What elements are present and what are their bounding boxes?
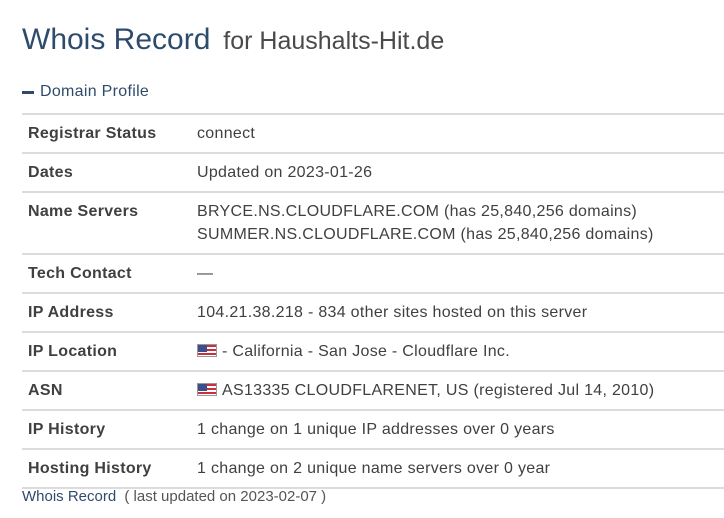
table-row: ASN AS13335 CLOUDFLARENET, US (registere… [22, 371, 724, 411]
collapse-minus-icon[interactable] [22, 91, 34, 94]
section-label[interactable]: Domain Profile [40, 83, 149, 101]
page-title-domain: for Haushalts-Hit.de [223, 27, 445, 55]
row-value-registrar-status: connect [191, 114, 724, 154]
table-row: Name Servers BRYCE.NS.CLOUDFLARE.COM (ha… [22, 192, 724, 255]
table-row: Registrar Status connect [22, 114, 724, 154]
name-server-1: BRYCE.NS.CLOUDFLARE.COM (has 25,840,256 … [197, 203, 638, 220]
table-row: Hosting History 1 change on 2 unique nam… [22, 449, 724, 489]
domain-profile-toggle[interactable]: Domain Profile [22, 83, 149, 101]
row-label-registrar-status: Registrar Status [22, 114, 191, 154]
row-label-hosting-history: Hosting History [22, 449, 191, 489]
ip-location-text: - California - San Jose - Cloudflare Inc… [222, 343, 510, 360]
name-server-2: SUMMER.NS.CLOUDFLARE.COM (has 25,840,256… [197, 226, 654, 243]
row-label-dates: Dates [22, 153, 191, 193]
last-updated-note: ( last updated on 2023-02-07 ) [124, 488, 327, 505]
table-row: Dates Updated on 2023-01-26 [22, 153, 724, 193]
row-value-tech-contact: — [191, 254, 724, 294]
us-flag-icon [197, 383, 217, 396]
row-value-name-servers: BRYCE.NS.CLOUDFLARE.COM (has 25,840,256 … [191, 192, 724, 255]
whois-record-link[interactable]: Whois Record [22, 488, 116, 505]
row-value-ip-history: 1 change on 1 unique IP addresses over 0… [191, 410, 724, 450]
us-flag-icon [197, 344, 217, 357]
row-value-dates: Updated on 2023-01-26 [191, 153, 724, 193]
row-value-hosting-history: 1 change on 2 unique name servers over 0… [191, 449, 724, 489]
domain-profile-table: Registrar Status connect Dates Updated o… [22, 113, 724, 489]
table-row: IP Location - California - San Jose - Cl… [22, 332, 724, 372]
row-value-ip-location: - California - San Jose - Cloudflare Inc… [191, 332, 724, 372]
footer: Whois Record ( last updated on 2023-02-0… [22, 488, 326, 505]
row-label-ip-address: IP Address [22, 293, 191, 333]
asn-text: AS13335 CLOUDFLARENET, US (registered Ju… [222, 382, 655, 399]
row-label-ip-history: IP History [22, 410, 191, 450]
page-title-main: Whois Record [22, 23, 211, 56]
table-row: IP History 1 change on 1 unique IP addre… [22, 410, 724, 450]
row-value-ip-address: 104.21.38.218 - 834 other sites hosted o… [191, 293, 724, 333]
row-label-asn: ASN [22, 371, 191, 411]
row-label-name-servers: Name Servers [22, 192, 191, 255]
page-title: Whois Record for Haushalts-Hit.de [22, 20, 444, 57]
table-row: IP Address 104.21.38.218 - 834 other sit… [22, 293, 724, 333]
row-value-asn: AS13335 CLOUDFLARENET, US (registered Ju… [191, 371, 724, 411]
row-label-tech-contact: Tech Contact [22, 254, 191, 294]
row-label-ip-location: IP Location [22, 332, 191, 372]
table-row: Tech Contact — [22, 254, 724, 294]
